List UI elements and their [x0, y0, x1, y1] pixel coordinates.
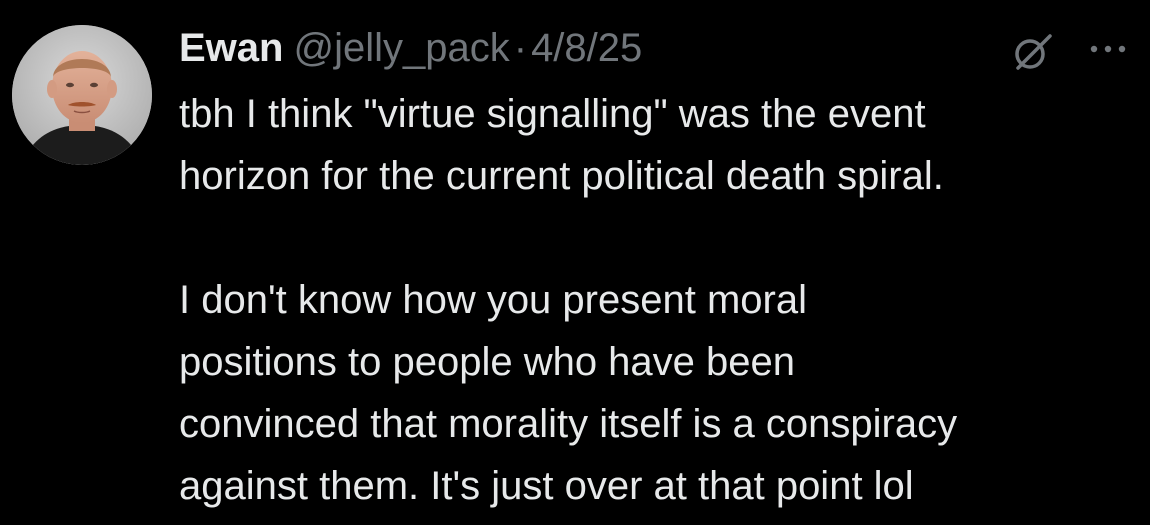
- tweet-header: Ewan @jelly_pack · 4/8/25: [179, 22, 1129, 74]
- tweet-content: Ewan @jelly_pack · 4/8/25 tbh I think "v…: [179, 22, 1129, 517]
- more-dots-icon[interactable]: [1082, 34, 1134, 64]
- grok-icon[interactable]: [1008, 28, 1056, 76]
- tweet: Ewan @jelly_pack · 4/8/25 tbh I think "v…: [0, 0, 1150, 525]
- tweet-text: tbh I think "virtue signalling" was the …: [179, 83, 1129, 517]
- profile-photo-icon: [12, 25, 152, 165]
- avatar[interactable]: [12, 25, 152, 165]
- tweet-paragraph: I don't know how you present moral posit…: [179, 278, 958, 508]
- author-handle[interactable]: @jelly_pack: [293, 22, 509, 74]
- tweet-date[interactable]: 4/8/25: [531, 22, 642, 74]
- author-name[interactable]: Ewan: [179, 22, 283, 74]
- tweet-paragraph: tbh I think "virtue signalling" was the …: [179, 92, 944, 198]
- header-separator: ·: [513, 26, 528, 70]
